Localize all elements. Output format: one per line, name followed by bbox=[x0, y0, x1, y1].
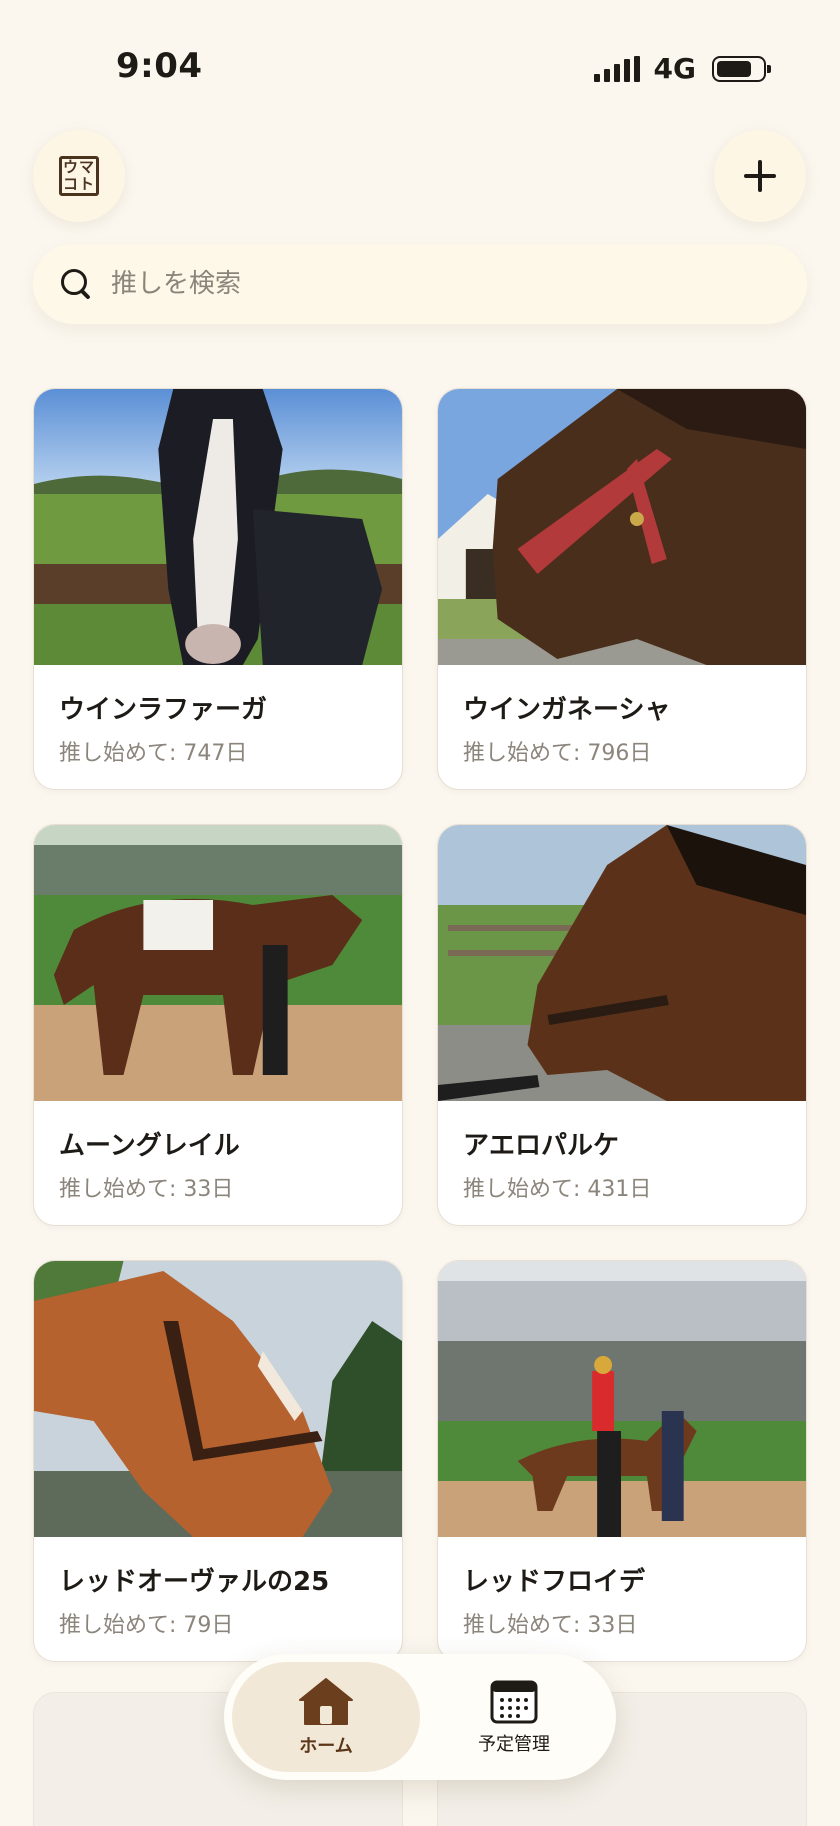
oshi-days-value: 747日 bbox=[183, 741, 248, 766]
signal-icon bbox=[593, 55, 640, 82]
oshi-days-prefix: 推し始めて: bbox=[59, 1177, 184, 1202]
app-logo-button[interactable]: ウマ コト bbox=[33, 130, 125, 222]
oshi-days-value: 796日 bbox=[587, 741, 652, 766]
horse-card[interactable]: レッドオーヴァルの25 推し始めて: 79日 bbox=[33, 1260, 403, 1662]
oshi-days: 推し始めて: 33日 bbox=[463, 1607, 781, 1639]
oshi-days-value: 33日 bbox=[183, 1177, 234, 1202]
horse-card[interactable]: ウインラファーガ 推し始めて: 747日 bbox=[33, 388, 403, 790]
horse-card[interactable]: ムーングレイル 推し始めて: 33日 bbox=[33, 824, 403, 1226]
nav-home[interactable]: ホーム bbox=[232, 1662, 420, 1772]
calendar-icon bbox=[490, 1680, 538, 1724]
app-logo: ウマ コト bbox=[59, 156, 99, 196]
card-body: ムーングレイル 推し始めて: 33日 bbox=[34, 1101, 402, 1203]
card-body: アエロパルケ 推し始めて: 431日 bbox=[438, 1101, 806, 1203]
oshi-days-prefix: 推し始めて: bbox=[463, 1613, 588, 1638]
oshi-days: 推し始めて: 431日 bbox=[463, 1171, 781, 1203]
oshi-days: 推し始めて: 33日 bbox=[59, 1171, 377, 1203]
card-body: ウインガネーシャ 推し始めて: 796日 bbox=[438, 665, 806, 767]
status-indicators: 4G bbox=[593, 52, 771, 85]
oshi-days-value: 431日 bbox=[587, 1177, 652, 1202]
search-input[interactable] bbox=[111, 269, 751, 299]
oshi-days-prefix: 推し始めて: bbox=[463, 1177, 588, 1202]
card-body: レッドフロイデ 推し始めて: 33日 bbox=[438, 1537, 806, 1639]
oshi-days-prefix: 推し始めて: bbox=[463, 741, 588, 766]
logo-text-bottom: コト bbox=[62, 175, 95, 193]
network-label: 4G bbox=[653, 52, 696, 85]
horse-photo bbox=[34, 389, 402, 665]
horse-card[interactable]: レッドフロイデ 推し始めて: 33日 bbox=[437, 1260, 807, 1662]
horse-photo bbox=[438, 1261, 806, 1537]
horse-name: レッドフロイデ bbox=[463, 1567, 646, 1597]
horse-photo bbox=[34, 1261, 402, 1537]
horse-card[interactable]: アエロパルケ 推し始めて: 431日 bbox=[437, 824, 807, 1226]
horse-card-grid: ウインラファーガ 推し始めて: 747日 ウインガネーシャ 推し始めて: 796… bbox=[33, 388, 807, 1662]
horse-name: ウインガネーシャ bbox=[463, 695, 671, 725]
card-body: レッドオーヴァルの25 推し始めて: 79日 bbox=[34, 1537, 402, 1639]
oshi-days-value: 79日 bbox=[183, 1613, 234, 1638]
oshi-days-prefix: 推し始めて: bbox=[59, 1613, 184, 1638]
plus-icon bbox=[744, 160, 776, 192]
battery-icon bbox=[712, 55, 771, 82]
nav-schedule-label: 予定管理 bbox=[478, 1734, 550, 1755]
logo-text-top: ウマ bbox=[62, 158, 95, 176]
oshi-days-value: 33日 bbox=[587, 1613, 638, 1638]
search-icon bbox=[61, 269, 91, 299]
nav-schedule[interactable]: 予定管理 bbox=[420, 1662, 608, 1772]
home-icon bbox=[299, 1678, 353, 1725]
horse-name: ムーングレイル bbox=[59, 1131, 240, 1161]
oshi-days-prefix: 推し始めて: bbox=[59, 741, 184, 766]
nav-home-label: ホーム bbox=[299, 1736, 353, 1757]
status-time: 9:04 bbox=[116, 46, 203, 86]
horse-name: アエロパルケ bbox=[463, 1131, 620, 1161]
bottom-nav: ホーム 予定管理 bbox=[224, 1654, 616, 1780]
horse-name: ウインラファーガ bbox=[59, 695, 268, 725]
add-horse-button[interactable] bbox=[714, 130, 806, 222]
oshi-days: 推し始めて: 747日 bbox=[59, 735, 377, 767]
oshi-days: 推し始めて: 796日 bbox=[463, 735, 781, 767]
horse-photo bbox=[438, 825, 806, 1101]
horse-photo bbox=[34, 825, 402, 1101]
oshi-days: 推し始めて: 79日 bbox=[59, 1607, 377, 1639]
horse-name: レッドオーヴァルの25 bbox=[59, 1567, 330, 1597]
horse-card[interactable]: ウインガネーシャ 推し始めて: 796日 bbox=[437, 388, 807, 790]
status-bar: 9:04 4G bbox=[0, 0, 840, 130]
search-bar[interactable] bbox=[33, 244, 807, 324]
card-body: ウインラファーガ 推し始めて: 747日 bbox=[34, 665, 402, 767]
horse-photo bbox=[438, 389, 806, 665]
